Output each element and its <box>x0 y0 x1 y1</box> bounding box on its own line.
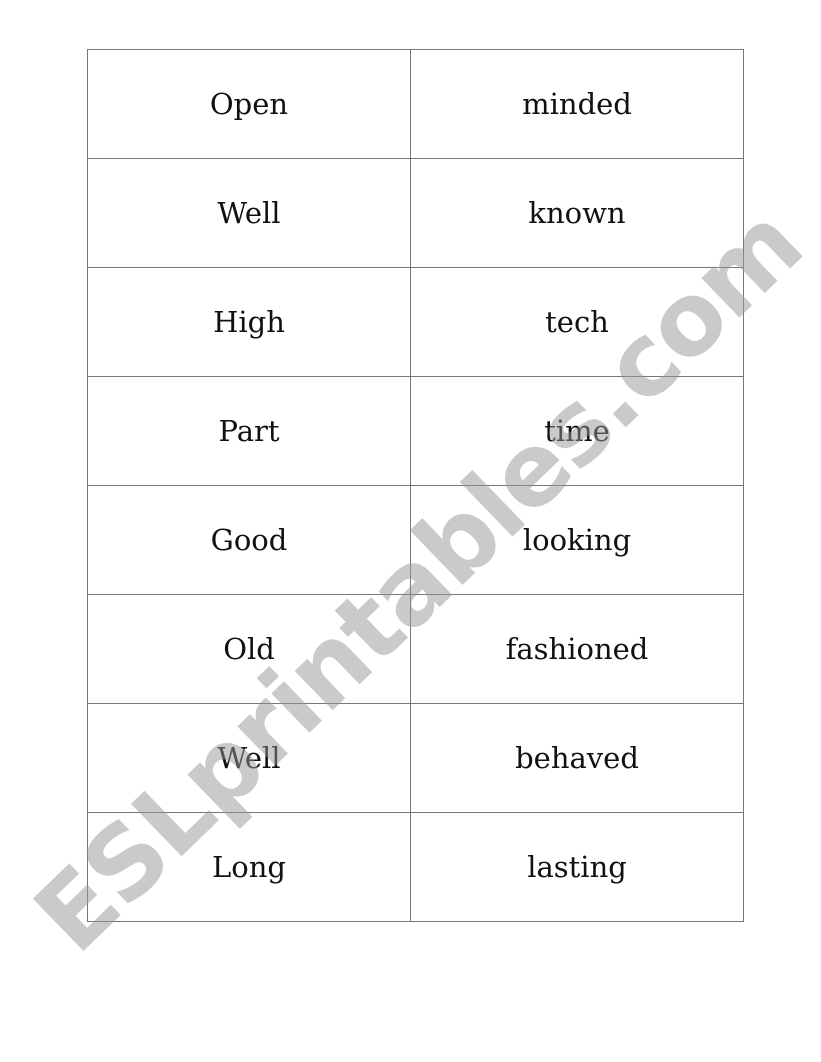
right-word-cell: known <box>410 158 744 268</box>
table-row: Well known <box>87 158 744 268</box>
left-word-cell: Well <box>87 703 411 813</box>
right-word-cell: minded <box>410 49 744 159</box>
left-word-cell: High <box>87 267 411 377</box>
table-row: Open minded <box>87 49 744 159</box>
right-word-cell: looking <box>410 485 744 595</box>
right-word-cell: tech <box>410 267 744 377</box>
table-row: Long lasting <box>87 812 744 922</box>
right-word-cell: lasting <box>410 812 744 922</box>
table-row: High tech <box>87 267 744 377</box>
table-row: Good looking <box>87 485 744 595</box>
left-word-cell: Well <box>87 158 411 268</box>
left-word-cell: Old <box>87 594 411 704</box>
right-word-cell: fashioned <box>410 594 744 704</box>
left-word-cell: Good <box>87 485 411 595</box>
left-word-cell: Part <box>87 376 411 486</box>
right-word-cell: time <box>410 376 744 486</box>
word-pairs-table: Open minded Well known High tech Part time Good l… <box>87 49 744 922</box>
table-row: Old fashioned <box>87 594 744 704</box>
right-word-cell: behaved <box>410 703 744 813</box>
left-word-cell: Open <box>87 49 411 159</box>
table-row: Part time <box>87 376 744 486</box>
left-word-cell: Long <box>87 812 411 922</box>
table-row: Well behaved <box>87 703 744 813</box>
